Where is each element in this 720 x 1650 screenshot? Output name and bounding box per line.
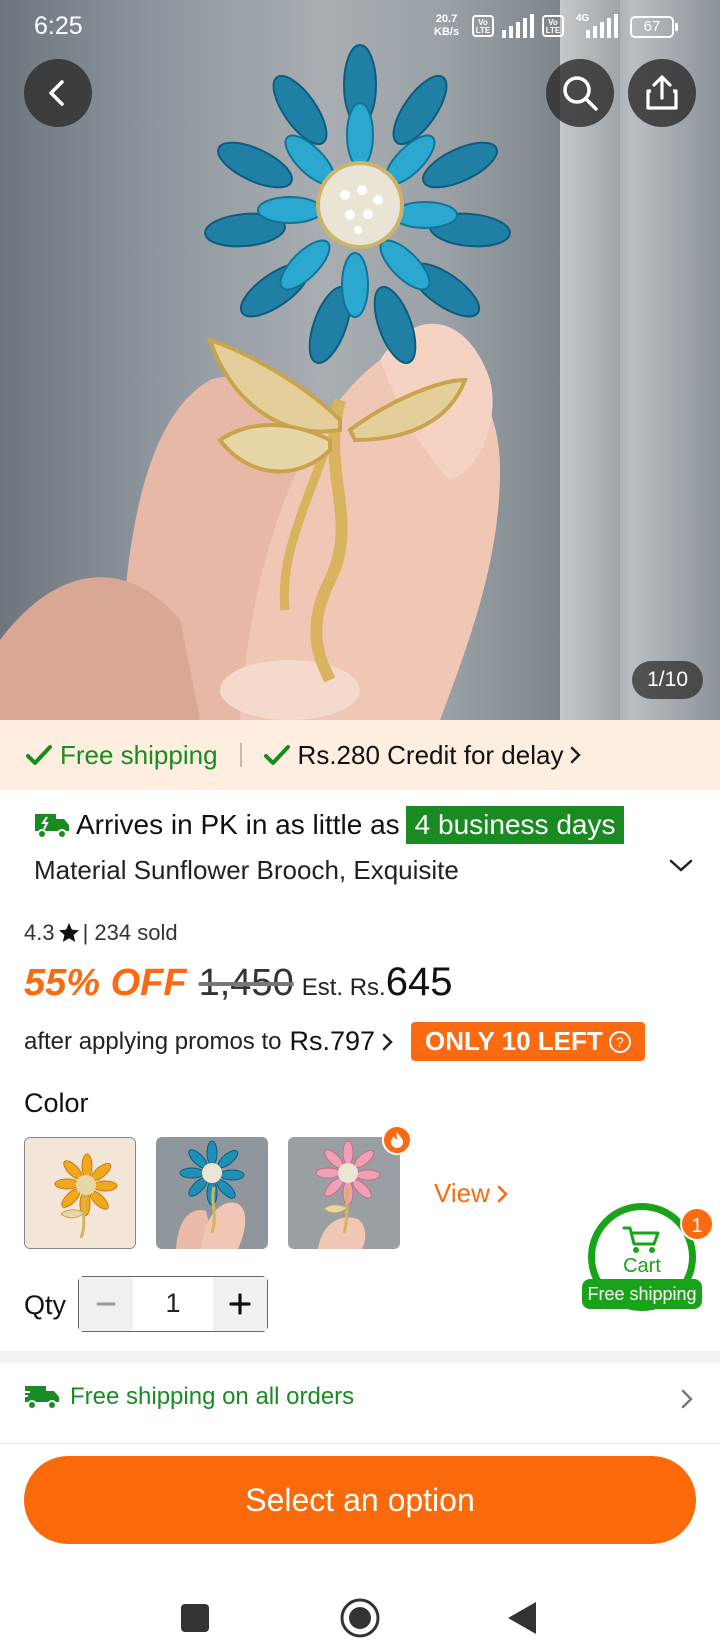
promo-text: after applying promos to xyxy=(24,1027,282,1055)
increase-qty-button[interactable] xyxy=(213,1277,267,1331)
gold-sunflower-thumbnail xyxy=(25,1138,135,1248)
blue-sunflower-thumbnail xyxy=(156,1137,268,1249)
divider xyxy=(239,743,242,767)
free-shipping-tag: Free shipping xyxy=(26,740,218,771)
search-button[interactable] xyxy=(546,59,614,127)
fire-icon xyxy=(382,1125,412,1155)
product-image[interactable] xyxy=(0,0,720,720)
volte-icon: Vo LTE xyxy=(472,15,494,37)
search-icon xyxy=(563,76,598,111)
decrease-qty-button[interactable] xyxy=(79,1277,133,1331)
star-icon xyxy=(58,923,79,942)
free-shipping-chevron xyxy=(680,1388,694,1415)
qty-label: Qty xyxy=(24,1290,67,1320)
minus-icon xyxy=(96,1302,116,1306)
back-button[interactable] xyxy=(24,59,92,127)
status-time: 6:25 xyxy=(34,12,83,40)
est-label: Est. Rs. xyxy=(301,974,386,1001)
stock-badge[interactable]: ONLY 10 LEFT ? xyxy=(411,1022,645,1061)
expand-title-button[interactable] xyxy=(668,855,694,880)
chevron-left-icon xyxy=(49,80,64,106)
truck-icon xyxy=(24,1386,59,1410)
promo-row[interactable]: after applying promos to Rs.797 ONLY 10 … xyxy=(24,1022,645,1061)
qty-value[interactable]: 1 xyxy=(133,1277,213,1331)
divider xyxy=(0,1443,720,1444)
share-icon xyxy=(646,75,678,110)
delivery-badge: 4 business days xyxy=(405,806,625,844)
floating-cart-button[interactable]: Cart Free shipping 1 xyxy=(582,1203,714,1313)
help-icon: ? xyxy=(608,1030,631,1053)
sold-count: | 234 sold xyxy=(82,920,178,945)
free-shipping-all-row[interactable]: Free shipping on all orders xyxy=(24,1383,354,1411)
final-price: 645 xyxy=(385,960,453,1004)
color-label: Color xyxy=(24,1088,89,1118)
quantity-stepper: 1 xyxy=(78,1276,268,1332)
volte-icon-2: Vo LTE xyxy=(542,15,564,37)
original-price: 1,450 xyxy=(198,962,294,1004)
cart-icon xyxy=(622,1226,660,1253)
discount-label: 55% OFF xyxy=(24,962,187,1004)
rating-row[interactable]: 4.3 | 234 sold xyxy=(24,920,178,946)
signal-icon-2 xyxy=(586,14,618,38)
chevron-down-icon xyxy=(669,859,693,872)
promo-price: Rs.797 xyxy=(289,1026,376,1056)
swatch-blue[interactable] xyxy=(156,1137,268,1249)
image-counter: 1/10 xyxy=(632,661,703,699)
rating-value: 4.3 xyxy=(24,920,55,945)
back-nav-icon xyxy=(508,1602,536,1634)
delivery-estimate: Arrives in PK in as little as 4 business… xyxy=(34,806,625,844)
chevron-right-icon xyxy=(681,1389,693,1409)
signal-icon xyxy=(502,14,534,38)
delay-credit-link[interactable]: Rs.280 Credit for delay xyxy=(263,740,584,771)
system-nav-bar xyxy=(0,1560,720,1650)
swatch-gold[interactable] xyxy=(24,1137,136,1249)
nav-icons xyxy=(181,1598,536,1638)
chevron-right-icon xyxy=(382,1033,393,1050)
share-button[interactable] xyxy=(628,59,696,127)
check-icon xyxy=(26,745,52,765)
chevron-right-icon xyxy=(571,746,582,764)
swatch-pink[interactable] xyxy=(288,1137,400,1249)
pink-sunflower-thumbnail xyxy=(288,1137,400,1249)
net-speed: 20.7 KB/s xyxy=(434,13,460,38)
battery-icon: 67 xyxy=(630,16,678,38)
cart-count-badge: 1 xyxy=(680,1207,714,1241)
view-all-colors-link[interactable]: View xyxy=(434,1178,510,1209)
price-row: 55% OFF 1,450 Est. Rs. 645 xyxy=(24,960,452,1005)
truck-icon xyxy=(35,814,69,839)
cart-label: Cart xyxy=(623,1255,661,1277)
select-option-button[interactable]: Select an option xyxy=(24,1456,696,1544)
recents-icon xyxy=(181,1604,209,1632)
brooch-illustration xyxy=(0,44,511,720)
cart-free-shipping-label: Free shipping xyxy=(582,1279,702,1309)
product-title: Material Sunflower Brooch, Exquisite xyxy=(34,855,459,885)
status-bar: 6:25 20.7 KB/s Vo LTE Vo LTE 4G 67 xyxy=(0,0,720,54)
section-divider xyxy=(0,1351,720,1363)
plus-icon xyxy=(229,1293,251,1315)
shipping-strip[interactable]: Free shipping Rs.280 Credit for delay xyxy=(0,720,720,790)
check-icon xyxy=(263,745,290,765)
chevron-right-icon xyxy=(497,1185,508,1202)
